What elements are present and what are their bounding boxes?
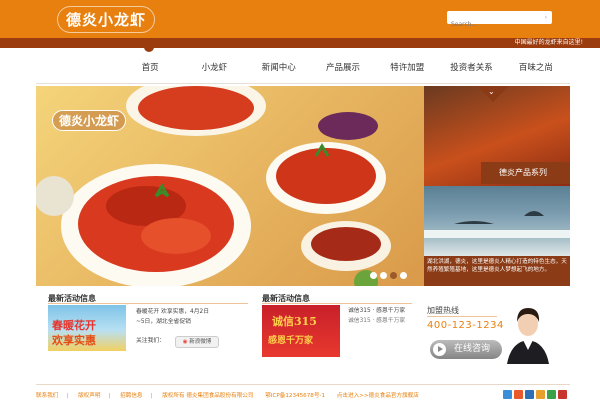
carousel-dot[interactable]: [370, 272, 377, 279]
news-line-1[interactable]: 春暖花开 欢享实惠，4月2日: [136, 307, 248, 317]
share-icons: [503, 390, 567, 399]
footer-link-jobs[interactable]: 招聘信息: [120, 393, 142, 399]
weibo-button[interactable]: ◉ 新浪微博: [175, 336, 219, 348]
footer-links: 联系我们 | 版权声明 | 招聘信息 | 版权所有 德炎集团食品股份有限公司 鄂ICP…: [36, 393, 419, 399]
agent-illustration: [507, 308, 549, 364]
search-input[interactable]: [447, 18, 536, 31]
news-image-2-text-1: 诚信315: [272, 315, 317, 328]
brand-logo[interactable]: 德炎小龙虾: [57, 6, 156, 33]
footer-link-contact[interactable]: 联系我们: [36, 393, 58, 399]
footer-divider: [36, 384, 570, 385]
slogan-text: 中国最好的龙虾来自这里!: [514, 39, 583, 46]
hotline-divider: [427, 316, 497, 317]
nav-divider: [36, 83, 570, 84]
play-icon: [433, 343, 446, 356]
service-agent-avatar: [503, 300, 553, 364]
hotline-title: 加盟热线: [427, 306, 459, 315]
news-2-body: 诚信315 · 感恩千万家: [348, 318, 406, 324]
product-description-text: 湖北洪湖，德炎，这里是德炎人精心打造的特色生态，天然养殖繁殖基地，这里是德炎人梦…: [427, 259, 567, 273]
arrow-glyph: ⌄: [488, 87, 495, 96]
share-douban-icon[interactable]: [547, 390, 556, 399]
footer-copyright: 版权所有 德炎集团食品股份有限公司: [162, 393, 254, 399]
lake-photo: [424, 186, 570, 256]
consult-label: 在线咨询: [453, 344, 490, 354]
share-renren-icon[interactable]: [536, 390, 545, 399]
search-box[interactable]: ›: [447, 11, 552, 31]
banner-logo: 德炎小龙虾: [52, 110, 127, 131]
share-tencent-icon[interactable]: [525, 390, 534, 399]
news-image-2[interactable]: 诚信315 感恩千万家: [262, 305, 340, 357]
carousel-dot[interactable]: [380, 272, 387, 279]
nav-indicator: [144, 46, 154, 52]
footer-link-copyright[interactable]: 版权声明: [78, 393, 100, 399]
main-nav: 首页 小龙虾 新闻中心 产品展示 特许加盟 投资者关系 百味之尚: [118, 60, 568, 76]
carousel-dot-active[interactable]: [390, 272, 397, 279]
online-consult-button[interactable]: 在线咨询: [430, 340, 502, 359]
search-icon[interactable]: ›: [542, 13, 550, 22]
product-description: 湖北洪湖，德炎，这里是德炎人精心打造的特色生态，天然养殖繁殖基地，这里是德炎人梦…: [424, 256, 570, 286]
news-line-2[interactable]: ~5日，湖北全省促销: [136, 317, 248, 327]
footer-store-link[interactable]: 点击进入>>德炎食品官方旗舰店: [327, 393, 419, 399]
news-divider-2: [262, 303, 412, 304]
news-text-1: 春暖花开 欢享实惠，4月2日 ~5日，湖北全省促销: [136, 307, 248, 327]
header-strip: [0, 38, 600, 48]
news-image-1[interactable]: 春暖花开 欢享实惠: [48, 305, 126, 351]
news-image-1-text-1: 春暖花开: [52, 319, 96, 332]
follow-label: 关注我们：: [136, 338, 165, 344]
footer-icp[interactable]: 鄂ICP备12345678号-1: [255, 393, 325, 399]
weibo-icon: ◉: [182, 339, 188, 345]
product-series-label[interactable]: 德炎产品系列: [481, 162, 570, 184]
nav-item-home[interactable]: 首页: [118, 60, 182, 76]
hotline-number[interactable]: 400-123-1234: [427, 320, 504, 331]
share-weibo-icon[interactable]: [514, 390, 523, 399]
news-image-2-text-2: 感恩千万家: [268, 336, 314, 346]
nav-item-crayfish[interactable]: 小龙虾: [182, 60, 246, 76]
news-2-headline[interactable]: 诚信315 · 感恩千万家: [348, 306, 406, 316]
news-divider-1: [48, 303, 248, 304]
nav-item-flavors[interactable]: 百味之尚: [504, 60, 568, 76]
weibo-label: 新浪微博: [189, 339, 212, 345]
nav-item-franchise[interactable]: 特许加盟: [375, 60, 439, 76]
news-text-2: 诚信315 · 感恩千万家 诚信315 · 感恩千万家: [348, 306, 406, 326]
news-image-1-text-2: 欢享实惠: [52, 334, 96, 347]
lake-scene: [424, 211, 570, 238]
nav-item-investors[interactable]: 投资者关系: [439, 60, 503, 76]
carousel-dot[interactable]: [400, 272, 407, 279]
nav-item-products[interactable]: 产品展示: [311, 60, 375, 76]
nav-item-news[interactable]: 新闻中心: [247, 60, 311, 76]
share-more-icon[interactable]: [558, 390, 567, 399]
chevron-down-icon[interactable]: ⌄: [477, 86, 509, 102]
share-qzone-icon[interactable]: [503, 390, 512, 399]
carousel-dots: [370, 272, 407, 279]
